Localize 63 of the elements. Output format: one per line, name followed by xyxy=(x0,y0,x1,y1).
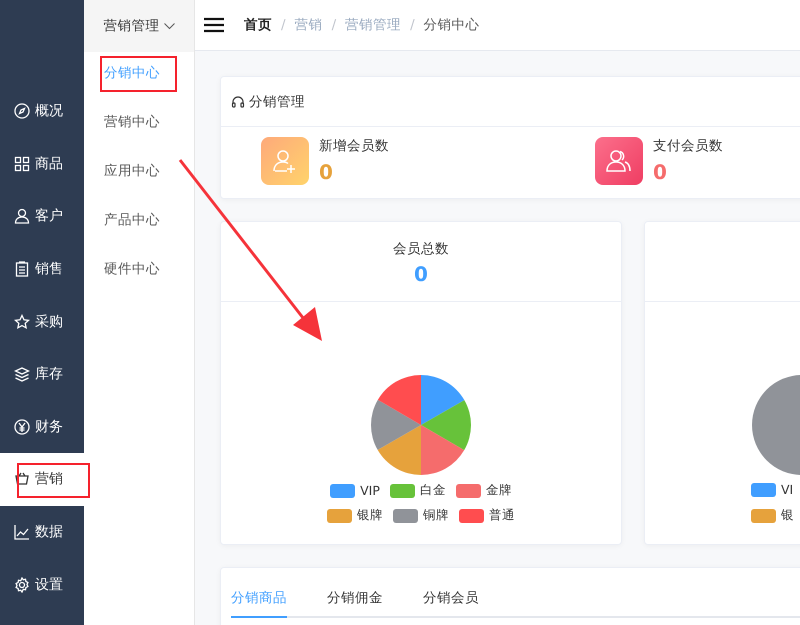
card-title: 分销管理 xyxy=(249,92,305,110)
legend-label: 银牌 xyxy=(357,507,383,524)
legend-label: 普通 xyxy=(489,507,515,524)
settings-icon xyxy=(14,576,30,593)
user-icon xyxy=(14,208,30,224)
legend-swatch xyxy=(459,508,484,522)
submenu-item[interactable]: 应用中心 xyxy=(84,146,194,196)
legend-swatch xyxy=(327,508,352,522)
legend-swatch xyxy=(456,484,481,498)
breadcrumb-separator: / xyxy=(281,17,286,33)
users-icon xyxy=(595,137,643,185)
stat-value: 0 xyxy=(653,160,668,184)
submenu-item[interactable]: 硬件中心 xyxy=(84,244,194,294)
legend-label: 铜牌 xyxy=(423,507,449,524)
compass-icon xyxy=(14,103,30,120)
star-icon xyxy=(14,314,30,330)
nav-item[interactable]: 财务 xyxy=(0,400,84,454)
legend-swatch xyxy=(330,484,356,498)
legend-label: 银 xyxy=(781,507,794,524)
submenu-header[interactable]: 营销管理 xyxy=(84,0,194,52)
nav-item[interactable]: 概况 xyxy=(0,85,84,138)
headset-icon xyxy=(231,94,245,108)
card-title: 会员总数 xyxy=(393,240,449,258)
legend-swatch xyxy=(393,508,418,522)
legend-label: 金牌 xyxy=(486,482,512,499)
tab[interactable]: 分销会员 xyxy=(423,588,479,618)
nav-item[interactable]: 采购 xyxy=(0,295,84,348)
nav-item[interactable]: 设置 xyxy=(0,558,84,611)
pie-slice xyxy=(421,400,471,450)
pie-slice xyxy=(421,375,464,425)
stat-value: 0 xyxy=(319,160,334,184)
pie-slice xyxy=(421,425,464,475)
legend-swatch xyxy=(390,484,415,498)
bag-icon xyxy=(14,471,30,488)
pie-slice xyxy=(378,375,421,425)
legend-label: 白金 xyxy=(420,482,446,499)
menu-icon[interactable] xyxy=(204,17,224,33)
nav-item[interactable]: 客户 xyxy=(0,190,84,243)
add-user-icon xyxy=(261,137,309,185)
legend-label: VI xyxy=(781,482,794,497)
line-chart-icon xyxy=(14,524,30,540)
nav-item[interactable]: 商品 xyxy=(0,138,84,190)
nav-item[interactable]: 数据 xyxy=(0,506,84,558)
legend-label: VIP xyxy=(360,483,380,498)
nav-item[interactable]: 销售 xyxy=(0,242,84,296)
breadcrumb-item: 分销中心 xyxy=(424,16,480,34)
clipboard-icon xyxy=(14,261,30,278)
submenu-item[interactable]: 产品中心 xyxy=(84,195,194,245)
pie-slice xyxy=(378,425,421,475)
submenu-item[interactable]: 营销中心 xyxy=(84,97,194,147)
stat-label: 支付会员数 xyxy=(653,137,723,155)
breadcrumb-separator: / xyxy=(332,17,336,33)
nav-item[interactable]: 库存 xyxy=(0,348,84,401)
chevron-down-icon xyxy=(164,22,174,30)
pie-slice xyxy=(371,400,421,450)
layers-icon xyxy=(14,366,30,382)
tab[interactable]: 分销佣金 xyxy=(327,588,383,618)
stat-label: 新增会员数 xyxy=(319,137,389,155)
yen-icon xyxy=(14,418,30,435)
breadcrumb-item[interactable]: 首页 xyxy=(244,16,272,34)
grid-icon xyxy=(14,156,30,172)
breadcrumb-separator: / xyxy=(410,17,415,33)
member-count: 0 xyxy=(414,262,428,286)
